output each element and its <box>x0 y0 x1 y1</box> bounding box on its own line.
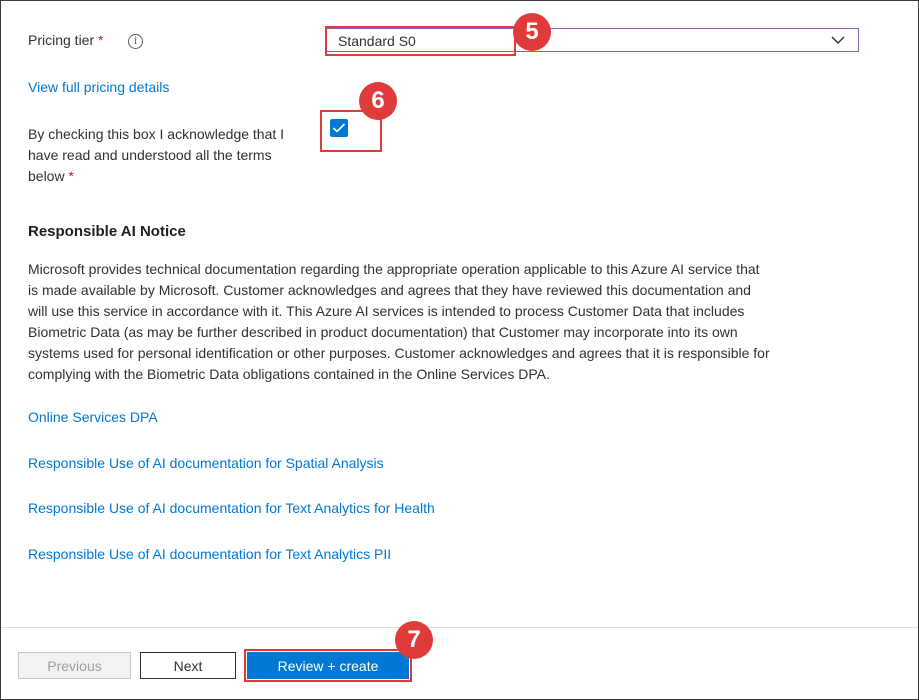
required-mark: * <box>68 168 74 184</box>
info-icon[interactable]: i <box>128 34 143 49</box>
responsible-ai-heading: Responsible AI Notice <box>28 223 186 240</box>
acknowledge-line-1: By checking this box I acknowledge that … <box>28 126 285 142</box>
notice-line: will use this service in accordance with… <box>28 303 745 319</box>
pricing-tier-label: Pricing tier * <box>28 32 103 48</box>
acknowledge-line-3: below <box>28 168 65 184</box>
next-button[interactable]: Next <box>140 652 236 679</box>
callout-badge-step5: 5 <box>513 13 551 51</box>
callout-badge-step6: 6 <box>359 82 397 120</box>
previous-button[interactable]: Previous <box>18 652 131 679</box>
view-pricing-details-link[interactable]: View full pricing details <box>28 79 169 95</box>
responsible-ai-paragraph: Microsoft provides technical documentati… <box>28 259 858 385</box>
acknowledge-line-3-wrap: below * <box>28 166 284 187</box>
callout-box-step5 <box>325 26 516 56</box>
text-analytics-health-doc-link[interactable]: Responsible Use of AI documentation for … <box>28 500 435 516</box>
notice-line: systems used for personal identification… <box>28 345 770 361</box>
callout-box-step7 <box>244 649 412 682</box>
online-services-dpa-link[interactable]: Online Services DPA <box>28 409 158 425</box>
pricing-tier-label-text: Pricing tier <box>28 32 95 48</box>
notice-line: Biometric Data (as may be further descri… <box>28 324 738 340</box>
notice-line: Microsoft provides technical documentati… <box>28 261 760 277</box>
required-mark: * <box>98 32 104 48</box>
acknowledge-text: By checking this box I acknowledge that … <box>28 124 284 187</box>
notice-line: complying with the Biometric Data obliga… <box>28 366 550 382</box>
callout-badge-step7: 7 <box>395 621 433 659</box>
footer-divider <box>1 627 918 628</box>
spatial-analysis-doc-link[interactable]: Responsible Use of AI documentation for … <box>28 455 384 471</box>
chevron-down-icon <box>831 36 845 44</box>
acknowledge-line-2: have read and understood all the terms <box>28 147 272 163</box>
text-analytics-pii-doc-link[interactable]: Responsible Use of AI documentation for … <box>28 546 391 562</box>
notice-line: is made available by Microsoft. Customer… <box>28 282 751 298</box>
